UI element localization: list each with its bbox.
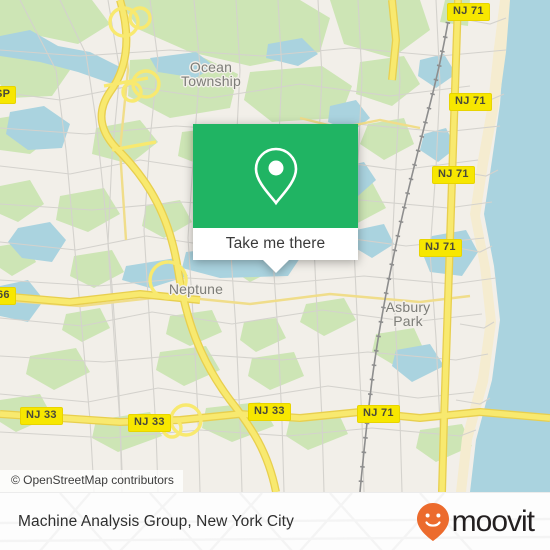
moovit-wordmark: moovit [451, 504, 535, 538]
map-canvas[interactable]: Ocean Township Neptune Asbury Park NJ 71… [0, 0, 550, 492]
osm-attribution[interactable]: © OpenStreetMap contributors [0, 470, 183, 492]
road-shield-gsp[interactable]: SP [0, 86, 17, 104]
road-shield-nj33[interactable]: NJ 33 [20, 407, 63, 425]
place-label-ocean-township: Ocean Township [181, 59, 241, 89]
moovit-pin-smiley-icon [416, 502, 449, 541]
road-shield-nj71[interactable]: NJ 71 [357, 405, 400, 423]
road-shield-nj71[interactable]: NJ 71 [449, 93, 492, 111]
location-popup-card[interactable]: Take me there [193, 124, 358, 273]
location-pin-icon [254, 147, 297, 206]
popup-pin-area [193, 124, 358, 228]
road-shield-nj71[interactable]: NJ 71 [447, 3, 490, 21]
moovit-brand[interactable]: moovit [416, 502, 535, 542]
page-title: Machine Analysis Group, New York City [18, 512, 294, 530]
road-shield-nj33[interactable]: NJ 33 [128, 414, 171, 432]
place-label-neptune: Neptune [168, 281, 224, 297]
footer-bar: Machine Analysis Group, New York City mo… [0, 492, 550, 550]
place-label-asbury-park: Asbury Park [385, 299, 431, 329]
road-shield-nj33[interactable]: NJ 33 [248, 403, 291, 421]
popup-pointer-tail [261, 259, 290, 273]
road-shield-66[interactable]: 66 [0, 287, 16, 305]
road-shield-nj71[interactable]: NJ 71 [419, 239, 462, 257]
popup-action-bar[interactable]: Take me there [193, 228, 358, 273]
take-me-there-label: Take me there [225, 235, 326, 252]
road-shield-nj71[interactable]: NJ 71 [432, 166, 475, 184]
moovit-map-screen: Ocean Township Neptune Asbury Park NJ 71… [0, 0, 550, 550]
